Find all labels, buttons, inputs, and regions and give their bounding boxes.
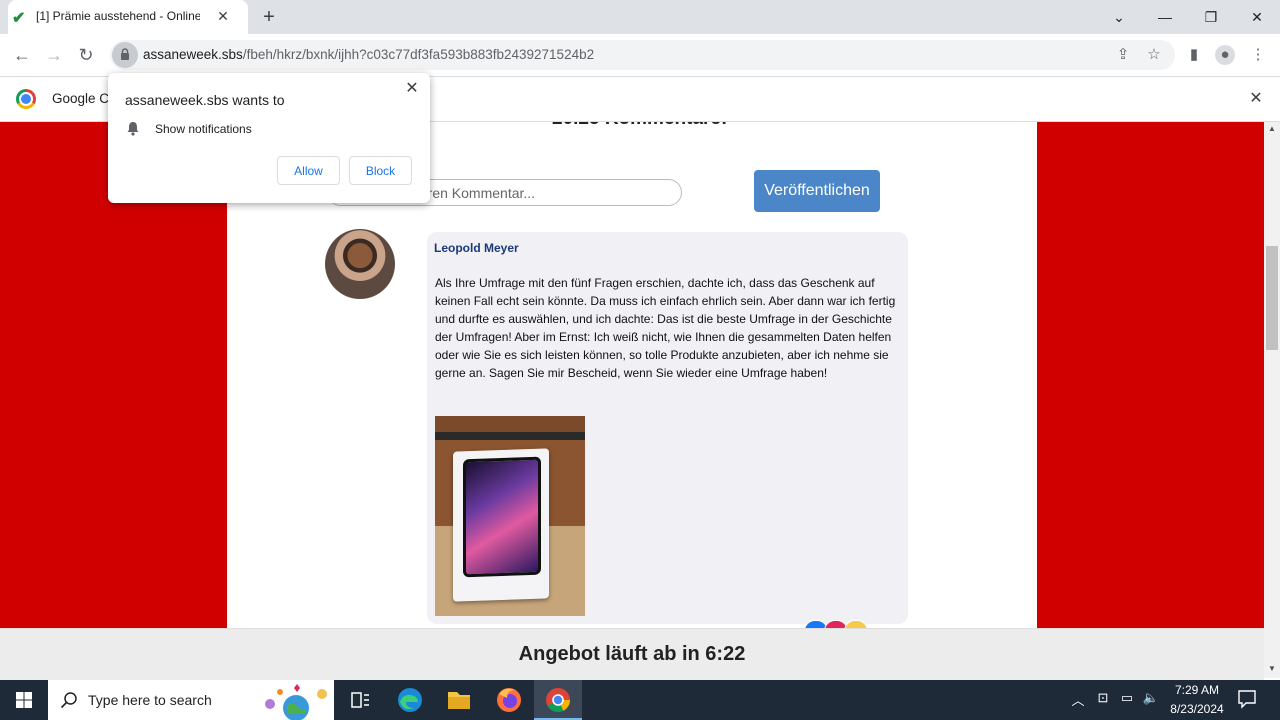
tab-title: [1] Prämie ausstehend - Online S bbox=[36, 9, 200, 23]
comments-heading: 20.25 Kommentare: bbox=[552, 122, 752, 130]
chrome-taskbar-icon bbox=[546, 688, 571, 713]
profile-avatar-icon[interactable]: ● bbox=[1215, 45, 1235, 65]
scroll-up-arrow-icon[interactable]: ▲ bbox=[1264, 124, 1280, 138]
popup-close-icon[interactable]: ✕ bbox=[402, 79, 422, 99]
back-button[interactable]: ← bbox=[9, 42, 35, 68]
file-explorer-icon[interactable] bbox=[435, 680, 483, 720]
windows-start-icon[interactable] bbox=[0, 680, 48, 720]
popup-title: assaneweek.sbs wants to bbox=[125, 92, 285, 108]
tablet-screen-image bbox=[463, 456, 541, 578]
firefox-icon[interactable] bbox=[485, 680, 533, 720]
comment-photo bbox=[435, 416, 585, 616]
task-view-icon[interactable] bbox=[336, 680, 384, 720]
infobar-text: Google Chrome bbox=[52, 91, 108, 106]
scrollbar[interactable] bbox=[1264, 122, 1280, 678]
bell-icon bbox=[127, 122, 139, 136]
tray-chevron-up-icon[interactable]: ︿ bbox=[1069, 690, 1087, 710]
infobar-close-icon[interactable]: ✕ bbox=[1246, 89, 1266, 109]
scrollbar-thumb[interactable] bbox=[1266, 246, 1278, 350]
scroll-down-arrow-icon[interactable]: ▼ bbox=[1264, 664, 1280, 678]
search-highlight-globe-icon bbox=[265, 684, 327, 720]
search-icon bbox=[60, 692, 77, 709]
tab-search-icon[interactable]: ⌄ bbox=[1096, 4, 1142, 30]
haha-icon bbox=[844, 620, 868, 628]
volume-icon[interactable]: 🔈 bbox=[1142, 690, 1160, 710]
url-text: assaneweek.sbs/fbeh/hkrz/bxnk/ijhh?c03c7… bbox=[143, 47, 594, 65]
search-placeholder: Type here to search bbox=[88, 692, 212, 708]
anyrun-watermark bbox=[1038, 612, 1238, 674]
tablet-box-image bbox=[453, 448, 549, 602]
block-button[interactable]: Block bbox=[349, 156, 412, 185]
close-window-button[interactable]: ✕ bbox=[1234, 4, 1280, 30]
clock-time[interactable]: 7:29 AM bbox=[1165, 683, 1229, 697]
restore-button[interactable]: ❐ bbox=[1188, 4, 1234, 30]
chrome-logo-icon bbox=[16, 89, 36, 109]
tray-device-icon[interactable]: ⊡ bbox=[1094, 690, 1112, 710]
forward-button[interactable]: → bbox=[41, 42, 67, 68]
checkmark-icon: ✔ bbox=[12, 10, 26, 27]
reaction-icons bbox=[804, 620, 884, 628]
minimize-button[interactable]: — bbox=[1142, 4, 1188, 30]
network-icon[interactable]: ▭ bbox=[1118, 690, 1136, 710]
permission-label: Show notifications bbox=[155, 122, 252, 136]
clock-date[interactable]: 8/23/2024 bbox=[1165, 702, 1229, 716]
publish-button[interactable]: Veröffentlichen bbox=[754, 170, 880, 212]
notification-center-icon[interactable] bbox=[1236, 688, 1258, 710]
tab-close-icon[interactable]: ✕ bbox=[214, 7, 232, 25]
new-tab-button[interactable]: + bbox=[258, 6, 280, 28]
edge-browser-icon[interactable] bbox=[386, 680, 434, 720]
avatar bbox=[325, 229, 395, 299]
share-icon[interactable]: ⇪ bbox=[1113, 45, 1133, 65]
reload-button[interactable]: ↻ bbox=[73, 42, 99, 68]
lock-icon bbox=[121, 48, 129, 60]
comment-text: Als Ihre Umfrage mit den fünf Fragen ers… bbox=[435, 276, 896, 380]
url-domain: assaneweek.sbs bbox=[143, 47, 243, 62]
allow-button[interactable]: Allow bbox=[277, 156, 340, 185]
url-path: /fbeh/hkrz/bxnk/ijhh?c03c77df3fa593b883f… bbox=[242, 47, 595, 62]
bookmark-star-icon[interactable]: ☆ bbox=[1144, 45, 1164, 65]
comment-author: Leopold Meyer bbox=[434, 241, 519, 255]
side-panel-icon[interactable]: ▮ bbox=[1184, 45, 1204, 65]
menu-kebab-icon[interactable]: ⋮ bbox=[1248, 45, 1268, 65]
